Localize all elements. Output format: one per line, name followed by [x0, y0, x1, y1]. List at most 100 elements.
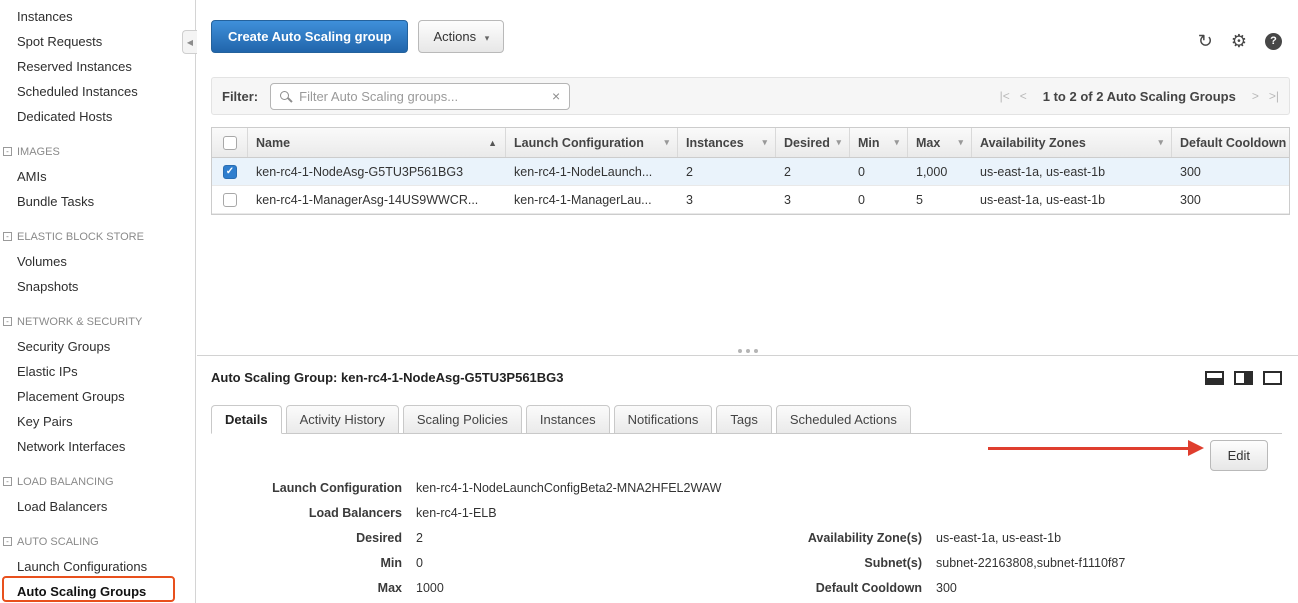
- sidebar-section-images[interactable]: - IMAGES: [0, 139, 195, 164]
- column-header-default-cooldown[interactable]: Default Cooldown: [1172, 128, 1289, 157]
- sidebar-item-spot-requests[interactable]: Spot Requests: [0, 29, 195, 54]
- check-icon: ✓: [226, 167, 234, 177]
- cell-availability-zones: us-east-1a, us-east-1b: [972, 165, 1172, 179]
- column-header-availability-zones[interactable]: Availability Zones ▾: [972, 128, 1172, 157]
- detail-tabs: Details Activity History Scaling Policie…: [211, 405, 1282, 434]
- gear-icon[interactable]: ⚙: [1231, 32, 1247, 50]
- tab-scaling-policies[interactable]: Scaling Policies: [403, 405, 522, 434]
- column-label: Instances: [686, 136, 744, 150]
- sidebar-item-scheduled-instances[interactable]: Scheduled Instances: [0, 79, 195, 104]
- create-auto-scaling-group-button[interactable]: Create Auto Scaling group: [211, 20, 408, 53]
- table-row-manager-asg[interactable]: ken-rc4-1-ManagerAsg-14US9WWCR... ken-rc…: [212, 186, 1289, 214]
- section-label: NETWORK & SECURITY: [17, 316, 142, 328]
- row-checkbox[interactable]: [223, 193, 237, 207]
- tab-activity-history[interactable]: Activity History: [286, 405, 399, 434]
- cell-instances: 3: [678, 193, 776, 207]
- collapse-section-icon: -: [3, 477, 12, 486]
- tab-tags[interactable]: Tags: [716, 405, 771, 434]
- field-value: 300: [936, 581, 957, 595]
- sidebar-item-placement-groups[interactable]: Placement Groups: [0, 384, 195, 409]
- full-pane-icon[interactable]: [1263, 371, 1282, 385]
- tab-scheduled-actions[interactable]: Scheduled Actions: [776, 405, 911, 434]
- collapse-section-icon: -: [3, 147, 12, 156]
- detail-field-row: Min 0 Subnet(s) subnet-22163808,subnet-f…: [211, 550, 1282, 575]
- column-header-max[interactable]: Max ▾: [908, 128, 972, 157]
- field-value: us-east-1a, us-east-1b: [936, 531, 1061, 545]
- sidebar-item-network-interfaces[interactable]: Network Interfaces: [0, 434, 195, 459]
- cell-name: ken-rc4-1-ManagerAsg-14US9WWCR...: [248, 193, 506, 207]
- column-header-desired[interactable]: Desired ▾: [776, 128, 850, 157]
- sidebar-section-network-security[interactable]: - NETWORK & SECURITY: [0, 309, 195, 334]
- actions-label: Actions: [433, 29, 476, 44]
- refresh-icon[interactable]: ↻: [1198, 32, 1213, 50]
- sidebar-item-instances[interactable]: Instances: [0, 4, 195, 29]
- actions-button[interactable]: Actions ▾: [418, 20, 504, 53]
- sidebar-item-load-balancers[interactable]: Load Balancers: [0, 494, 195, 519]
- filter-label: Filter:: [222, 89, 258, 104]
- sidebar-item-snapshots[interactable]: Snapshots: [0, 274, 195, 299]
- sidebar-section-elastic-block-store[interactable]: - ELASTIC BLOCK STORE: [0, 224, 195, 249]
- sidebar-section-auto-scaling[interactable]: - AUTO SCALING: [0, 529, 195, 554]
- ec2-console-screen: Instances Spot Requests Reserved Instanc…: [0, 0, 1298, 603]
- help-icon[interactable]: ?: [1265, 33, 1282, 50]
- section-label: AUTO SCALING: [17, 536, 99, 548]
- search-icon: [280, 91, 289, 100]
- field-value: 0: [416, 556, 746, 570]
- column-header-instances[interactable]: Instances ▾: [678, 128, 776, 157]
- cell-min: 0: [850, 193, 908, 207]
- chevron-down-icon: ▾: [894, 137, 899, 148]
- split-pane-bottom-icon[interactable]: [1205, 371, 1224, 385]
- cell-launch-configuration: ken-rc4-1-ManagerLau...: [506, 193, 678, 207]
- sidebar-item-auto-scaling-groups[interactable]: Auto Scaling Groups: [0, 579, 195, 603]
- tab-instances[interactable]: Instances: [526, 405, 610, 434]
- tab-details[interactable]: Details: [211, 405, 282, 434]
- clear-filter-icon[interactable]: ×: [552, 89, 560, 103]
- tab-notifications[interactable]: Notifications: [614, 405, 713, 434]
- main-content: Create Auto Scaling group Actions ▾ ↻ ⚙ …: [197, 0, 1298, 603]
- sidebar-section-load-balancing[interactable]: - LOAD BALANCING: [0, 469, 195, 494]
- pagination-status: 1 to 2 of 2 Auto Scaling Groups: [1043, 89, 1236, 104]
- sidebar-item-key-pairs[interactable]: Key Pairs: [0, 409, 195, 434]
- cell-launch-configuration: ken-rc4-1-NodeLaunch...: [506, 165, 678, 179]
- table-row-node-asg[interactable]: ✓ ken-rc4-1-NodeAsg-G5TU3P561BG3 ken-rc4…: [212, 158, 1289, 186]
- sidebar-item-launch-configurations[interactable]: Launch Configurations: [0, 554, 195, 579]
- select-all-checkbox[interactable]: [223, 136, 237, 150]
- last-page-button[interactable]: >|: [1269, 89, 1279, 103]
- sidebar-item-amis[interactable]: AMIs: [0, 164, 195, 189]
- detail-field-row: Desired 2 Availability Zone(s) us-east-1…: [211, 525, 1282, 550]
- row-checkbox[interactable]: ✓: [223, 165, 237, 179]
- splitter-drag-handle-icon[interactable]: [732, 347, 764, 355]
- split-pane-right-icon[interactable]: [1234, 371, 1253, 385]
- next-page-button[interactable]: >: [1252, 89, 1259, 103]
- cell-instances: 2: [678, 165, 776, 179]
- cell-name: ken-rc4-1-NodeAsg-G5TU3P561BG3: [248, 165, 506, 179]
- first-page-button[interactable]: |<: [1000, 89, 1010, 103]
- prev-page-button[interactable]: <: [1020, 89, 1027, 103]
- detail-field-row: Max 1000 Default Cooldown 300: [211, 575, 1282, 600]
- edit-button[interactable]: Edit: [1210, 440, 1268, 471]
- column-header-name[interactable]: Name ▲: [248, 128, 506, 157]
- pane-layout-controls: [1205, 371, 1282, 385]
- sidebar-item-volumes[interactable]: Volumes: [0, 249, 195, 274]
- sidebar-item-reserved-instances[interactable]: Reserved Instances: [0, 54, 195, 79]
- field-label: Subnet(s): [746, 556, 936, 570]
- cell-desired: 2: [776, 165, 850, 179]
- field-label: Max: [211, 581, 416, 595]
- filter-input[interactable]: [299, 89, 543, 104]
- select-all-cell: [212, 128, 248, 157]
- column-label: Availability Zones: [980, 136, 1086, 150]
- column-header-launch-configuration[interactable]: Launch Configuration ▾: [506, 128, 678, 157]
- sidebar-item-security-groups[interactable]: Security Groups: [0, 334, 195, 359]
- collapse-section-icon: -: [3, 232, 12, 241]
- sidebar-item-dedicated-hosts[interactable]: Dedicated Hosts: [0, 104, 195, 129]
- column-label: Desired: [784, 136, 830, 150]
- sidebar-collapse-button[interactable]: ◀: [182, 30, 197, 54]
- column-header-min[interactable]: Min ▾: [850, 128, 908, 157]
- field-value: ken-rc4-1-NodeLaunchConfigBeta2-MNA2HFEL…: [416, 481, 746, 495]
- collapse-section-icon: -: [3, 317, 12, 326]
- sidebar-item-bundle-tasks[interactable]: Bundle Tasks: [0, 189, 195, 214]
- sidebar-item-elastic-ips[interactable]: Elastic IPs: [0, 359, 195, 384]
- column-label: Name: [256, 136, 290, 150]
- collapse-section-icon: -: [3, 537, 12, 546]
- cell-default-cooldown: 300: [1172, 193, 1289, 207]
